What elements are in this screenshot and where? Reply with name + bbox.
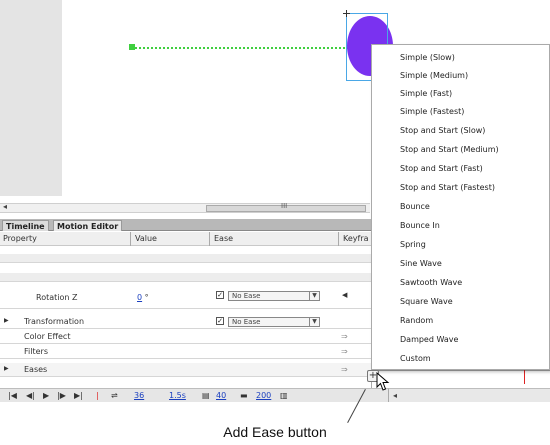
play-icon[interactable]: ▶ — [43, 389, 49, 403]
rotation-z-ease-value: No Ease — [232, 292, 261, 300]
expand-triangle-icon[interactable]: ▶ — [4, 365, 9, 372]
filters-label: Filters — [24, 347, 48, 356]
menu-item-square-wave[interactable]: Square Wave — [400, 293, 453, 311]
step-forward-icon[interactable]: |▶ — [57, 389, 66, 403]
menu-item-sine-wave[interactable]: Sine Wave — [400, 255, 442, 273]
chevron-down-icon: ▼ — [309, 292, 319, 300]
rotation-z-ease-dropdown[interactable]: No Ease ▼ — [228, 291, 320, 301]
add-filter-icon[interactable]: ⇒ — [341, 347, 348, 356]
tab-motion-editor[interactable]: Motion Editor — [53, 220, 123, 231]
eases-curve-icon: ⇒ — [341, 365, 348, 374]
menu-item-stop-start-slow[interactable]: Stop and Start (Slow) — [400, 122, 485, 140]
callout-caption: Add Ease button — [223, 424, 327, 440]
menu-item-spring[interactable]: Spring — [400, 236, 426, 254]
rotation-z-value[interactable]: 0 ° — [137, 293, 149, 302]
playhead-line[interactable] — [524, 370, 525, 384]
rotation-z-unit: ° — [144, 293, 149, 302]
menu-item-simple-medium[interactable]: Simple (Medium) — [400, 67, 468, 85]
motion-path-start-point[interactable] — [129, 44, 135, 50]
tab-timeline[interactable]: Timeline — [2, 220, 49, 231]
scrollbar-thumb[interactable]: III — [206, 202, 366, 212]
rotation-z-label: Rotation Z — [36, 293, 78, 302]
column-keyframe: Keyfra — [343, 234, 369, 243]
playhead-marker-icon[interactable]: | — [96, 389, 99, 403]
eases-label: Eases — [24, 365, 48, 374]
rotation-z-ease-checkbox[interactable]: ✓ — [216, 291, 224, 299]
menu-item-custom[interactable]: Custom — [400, 350, 431, 368]
menu-item-sawtooth-wave[interactable]: Sawtooth Wave — [400, 274, 462, 292]
frame-time-value[interactable]: 1.5s — [169, 389, 186, 403]
previous-keyframe-icon[interactable]: ◀ — [342, 291, 347, 299]
graph-size-value[interactable]: 36 — [134, 389, 144, 403]
transformation-label: Transformation — [24, 317, 85, 326]
expanded-graph-size-value[interactable]: 40 — [216, 389, 226, 403]
menu-item-bounce[interactable]: Bounce — [400, 198, 430, 216]
menu-item-stop-start-fastest[interactable]: Stop and Start (Fastest) — [400, 179, 495, 197]
ease-presets-menu: Simple (Slow) Simple (Medium) Simple (Fa… — [371, 44, 550, 370]
scrollbar-grip-icon: III — [281, 202, 288, 210]
menu-item-simple-fast[interactable]: Simple (Fast) — [400, 85, 452, 103]
go-to-first-frame-icon[interactable]: |◀ — [8, 389, 17, 403]
expanded-graph-icon: ▬ — [240, 391, 248, 400]
column-property: Property — [3, 234, 37, 243]
go-to-last-frame-icon[interactable]: ▶| — [74, 389, 83, 403]
transformation-ease-checkbox[interactable]: ✓ — [216, 317, 224, 325]
menu-item-simple-fastest[interactable]: Simple (Fastest) — [400, 103, 464, 121]
menu-item-bounce-in[interactable]: Bounce In — [400, 217, 440, 235]
column-divider[interactable] — [338, 232, 339, 246]
viewable-frames-value[interactable]: 200 — [256, 389, 271, 403]
add-filter-icon[interactable]: ⇒ — [341, 332, 348, 341]
rotation-z-value-number[interactable]: 0 — [137, 293, 142, 302]
menu-item-simple-slow[interactable]: Simple (Slow) — [400, 49, 455, 67]
step-back-icon[interactable]: ◀| — [26, 389, 35, 403]
registration-point-icon — [343, 10, 350, 17]
graph-horizontal-scrollbar[interactable]: ◂ — [388, 388, 550, 402]
menu-item-stop-start-fast[interactable]: Stop and Start (Fast) — [400, 160, 483, 178]
color-effect-label: Color Effect — [24, 332, 71, 341]
scroll-left-arrow-icon[interactable]: ◂ — [3, 202, 7, 211]
expand-triangle-icon[interactable]: ▶ — [4, 317, 9, 324]
chevron-down-icon: ▼ — [309, 318, 319, 326]
column-divider[interactable] — [209, 232, 210, 246]
column-value: Value — [135, 234, 157, 243]
motion-path[interactable] — [132, 47, 376, 49]
menu-item-stop-start-medium[interactable]: Stop and Start (Medium) — [400, 141, 499, 159]
loop-arrow-icon[interactable]: ⇌ — [111, 389, 118, 403]
transformation-ease-value: No Ease — [232, 318, 261, 326]
viewable-frames-icon: ▥ — [280, 391, 288, 400]
column-divider[interactable] — [130, 232, 131, 246]
transformation-ease-dropdown[interactable]: No Ease ▼ — [228, 317, 320, 327]
graph-size-icon: ▤ — [202, 391, 210, 400]
menu-item-damped-wave[interactable]: Damped Wave — [400, 331, 458, 349]
column-ease: Ease — [214, 234, 234, 243]
mouse-pointer-icon — [376, 372, 390, 391]
scroll-left-arrow-icon[interactable]: ◂ — [393, 389, 397, 403]
menu-item-random[interactable]: Random — [400, 312, 433, 330]
stage-horizontal-scrollbar[interactable]: ◂ III — [0, 202, 370, 213]
